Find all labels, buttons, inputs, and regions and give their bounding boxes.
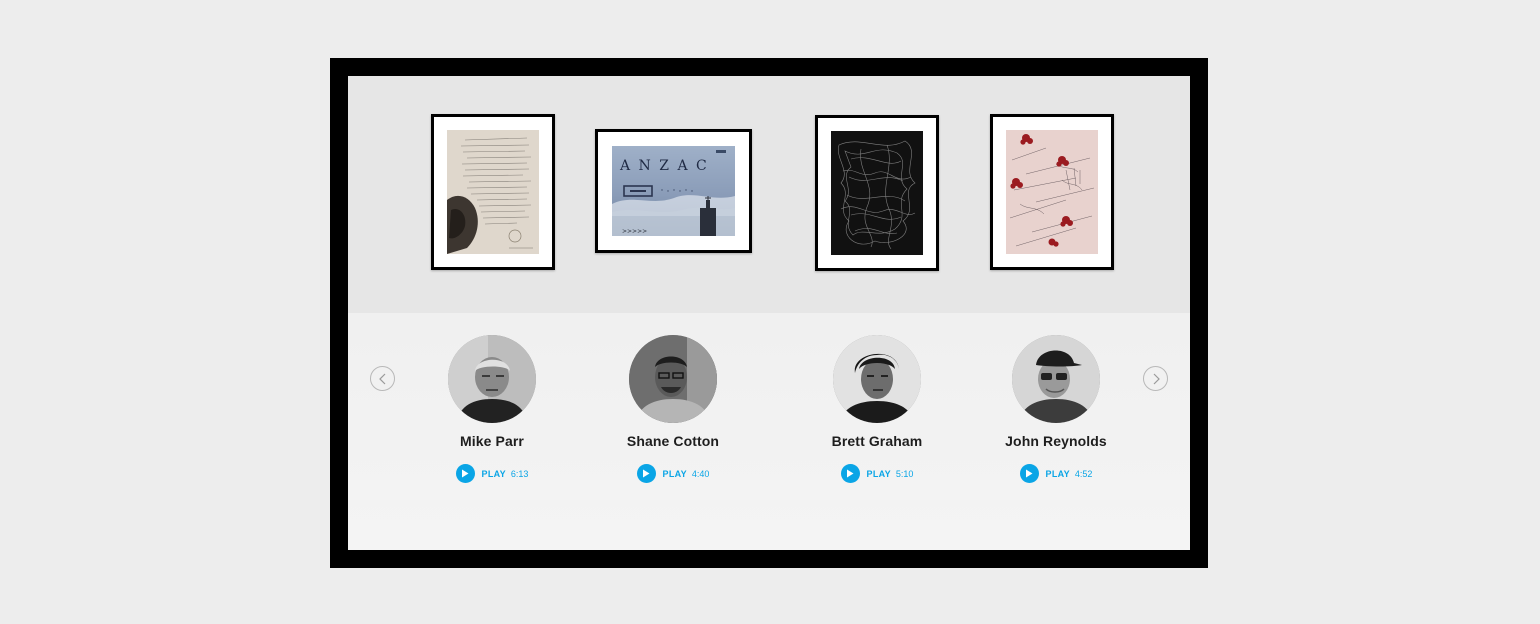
play-duration: 4:52 <box>1074 468 1093 479</box>
play-button[interactable]: PLAY 4:40 <box>636 464 710 483</box>
avatar[interactable] <box>833 335 921 423</box>
chevron-right-icon <box>1151 373 1161 385</box>
artwork-frame-4[interactable] <box>990 114 1114 270</box>
play-icon <box>1019 464 1039 483</box>
svg-text:>>>>>: >>>>> <box>622 228 647 235</box>
play-label: PLAY <box>481 468 506 479</box>
avatar[interactable] <box>448 335 536 423</box>
artwork-wall: >>>>> A N Z A C <box>348 76 1190 313</box>
play-label: PLAY <box>1045 468 1070 479</box>
tablet-device: >>>>> A N Z A C Mike Parr PLAY 6:13 Shan… <box>330 58 1208 568</box>
play-icon <box>840 464 860 483</box>
artist-card: John Reynolds PLAY 4:52 <box>966 335 1146 483</box>
play-duration: 4:40 <box>691 468 710 479</box>
artist-name: Mike Parr <box>460 433 524 449</box>
play-duration: 6:13 <box>510 468 529 479</box>
carousel-prev-button[interactable] <box>370 366 395 391</box>
play-button[interactable]: PLAY 6:13 <box>455 464 529 483</box>
carousel-next-button[interactable] <box>1143 366 1168 391</box>
artist-card: Shane Cotton PLAY 4:40 <box>583 335 763 483</box>
artist-name: Shane Cotton <box>626 433 720 449</box>
artist-card: Brett Graham PLAY 5:10 <box>787 335 967 483</box>
artist-carousel: Mike Parr PLAY 6:13 Shane Cotton PLAY 4:… <box>348 313 1190 550</box>
play-icon <box>455 464 475 483</box>
artwork-frame-2[interactable]: >>>>> A N Z A C <box>595 129 752 253</box>
artist-name: Brett Graham <box>831 433 923 449</box>
artist-card: Mike Parr PLAY 6:13 <box>402 335 582 483</box>
red-flowers-artwork <box>1006 130 1098 254</box>
artist-name: John Reynolds <box>1005 433 1107 449</box>
play-label: PLAY <box>866 468 891 479</box>
screen: >>>>> A N Z A C Mike Parr PLAY 6:13 Shan… <box>348 76 1190 550</box>
play-button[interactable]: PLAY 4:52 <box>1019 464 1093 483</box>
artwork-frame-1[interactable] <box>431 114 555 270</box>
play-button[interactable]: PLAY 5:10 <box>840 464 914 483</box>
artwork-frame-3[interactable] <box>815 115 939 271</box>
avatar[interactable] <box>1012 335 1100 423</box>
black-scribble-artwork <box>831 131 923 255</box>
play-icon <box>636 464 656 483</box>
play-duration: 5:10 <box>895 468 914 479</box>
manuscript-drawing-artwork <box>447 130 539 254</box>
anzac-photo-artwork: >>>>> A N Z A C <box>612 146 735 236</box>
chevron-left-icon <box>378 373 388 385</box>
avatar[interactable] <box>629 335 717 423</box>
anzac-inscription: A N Z A C <box>620 158 709 174</box>
play-label: PLAY <box>662 468 687 479</box>
